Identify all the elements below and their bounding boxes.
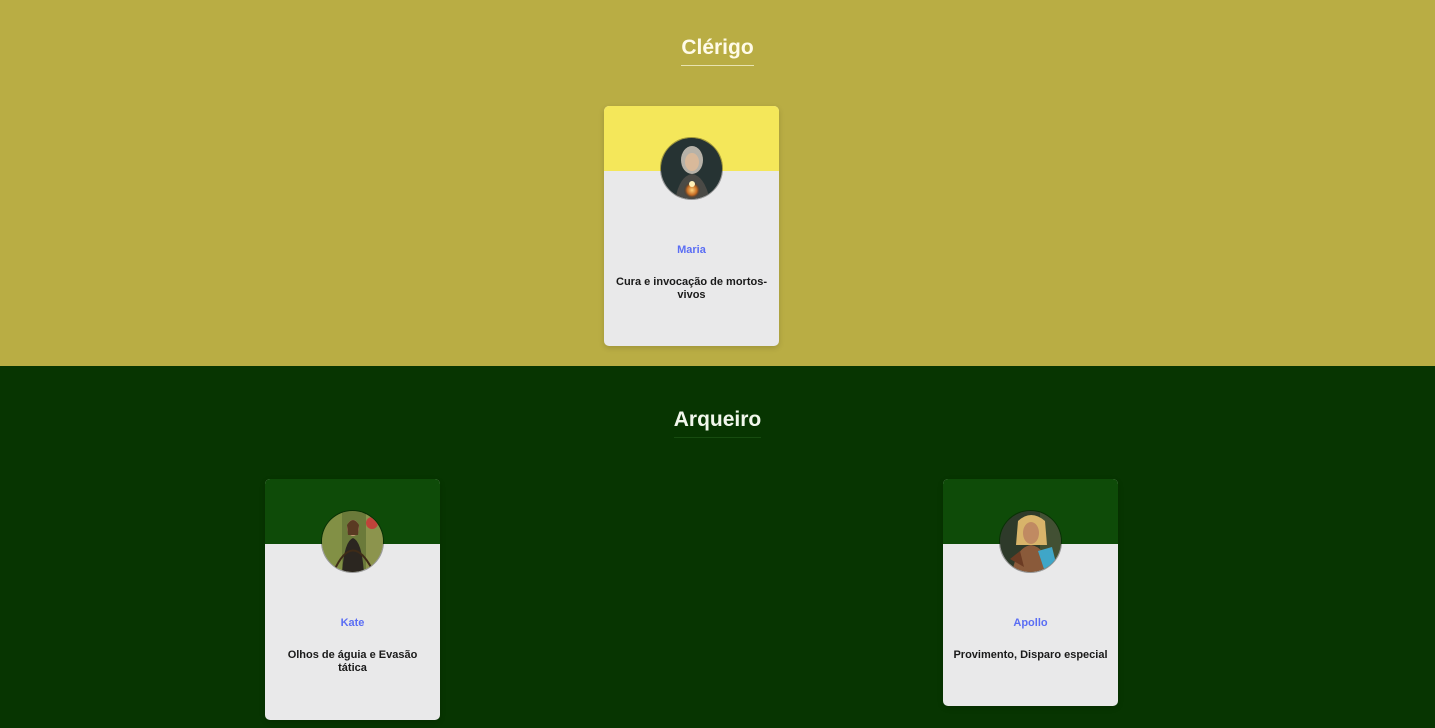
cleric-portrait-avatar (660, 137, 723, 200)
section-title-text: Arqueiro (673, 408, 762, 438)
section-clerigo: Clérigo Maria Cura e invocação de mortos… (0, 0, 1435, 366)
character-description: Olhos de águia e Evasão tática (287, 649, 418, 674)
archer-woman-portrait-avatar (321, 510, 384, 573)
character-name: Apollo (1013, 617, 1048, 629)
section-title-arqueiro: Arqueiro (0, 408, 1435, 438)
section-title-clerigo: Clérigo (0, 36, 1435, 66)
character-card-apollo[interactable]: Apollo Provimento, Disparo especial (943, 479, 1118, 706)
character-card-maria[interactable]: Maria Cura e invocação de mortos-vivos (604, 106, 779, 346)
section-title-text: Clérigo (681, 36, 754, 66)
archer-man-portrait-avatar (999, 510, 1062, 573)
character-description: Provimento, Disparo especial (953, 649, 1108, 661)
character-name: Maria (677, 244, 706, 256)
character-description: Cura e invocação de mortos-vivos (616, 276, 767, 301)
character-card-kate[interactable]: Kate Olhos de águia e Evasão tática (265, 479, 440, 720)
section-arqueiro: Arqueiro Kate Olhos de águia e Evasão tá… (0, 366, 1435, 728)
character-name: Kate (340, 617, 365, 629)
